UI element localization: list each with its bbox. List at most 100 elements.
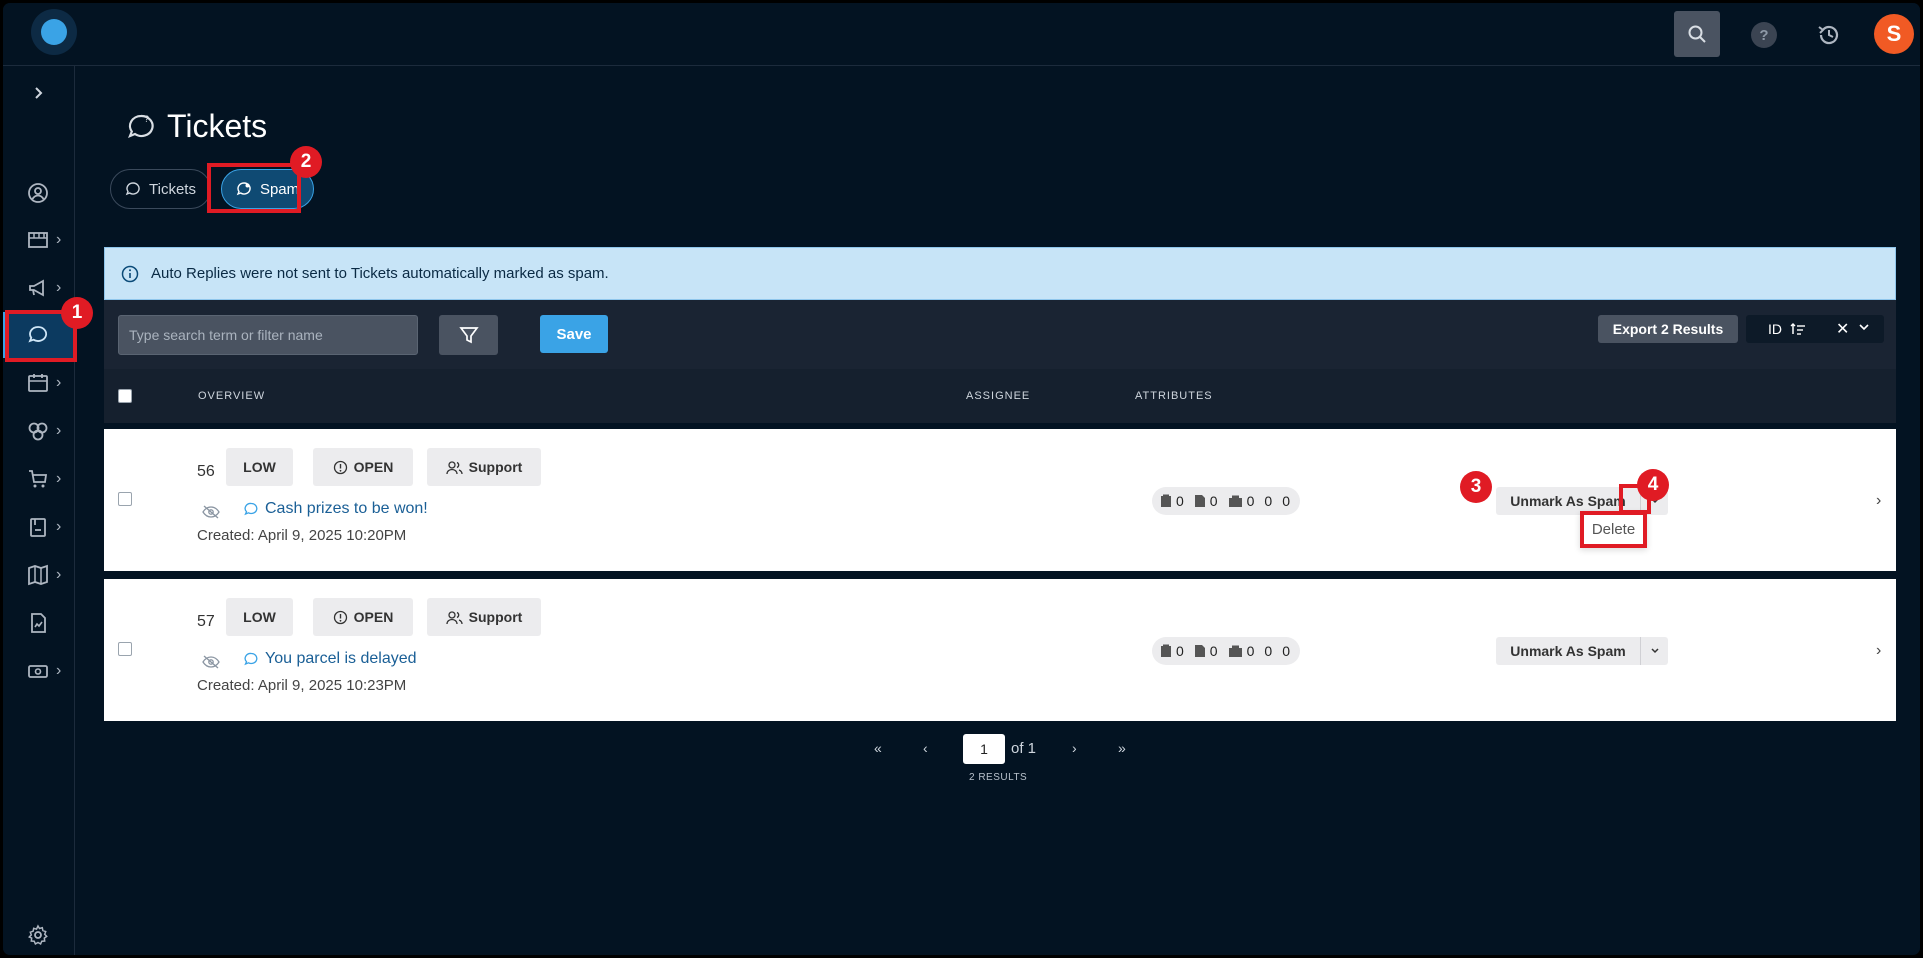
sidebar-item-groups[interactable]: › (3, 408, 75, 454)
attr-count: 0 (1282, 643, 1290, 659)
sidebar-item-reports[interactable] (3, 600, 75, 646)
team-badge: Support (427, 448, 541, 486)
user-avatar[interactable]: S (1874, 14, 1914, 54)
sidebar-item-forms[interactable]: › (3, 504, 75, 550)
gear-icon (26, 923, 50, 947)
attr-count: 0 (1264, 493, 1273, 509)
last-page-button[interactable]: » (1118, 740, 1126, 756)
report-file-icon (26, 611, 50, 635)
column-attributes: ATTRIBUTES (1135, 390, 1213, 402)
inbox-icon (1228, 495, 1242, 507)
priority-badge: LOW (226, 448, 293, 486)
unmark-spam-button[interactable]: Unmark As Spam (1496, 637, 1640, 665)
sidebar-item-boards[interactable]: › (3, 217, 75, 263)
team-badge: Support (427, 598, 541, 636)
attr-count: 0 (1246, 643, 1255, 659)
row-open-chevron-icon[interactable]: › (1876, 642, 1881, 660)
ticket-title-link[interactable]: You parcel is delayed (244, 650, 417, 668)
history-icon[interactable] (1813, 19, 1845, 51)
ticket-title[interactable]: Cash prizes to be won! (265, 500, 428, 518)
sidebar-expand-toggle[interactable] (3, 70, 75, 116)
filter-toolbar: Save Export 2 Results ID ✕ (104, 300, 1896, 369)
search-icon[interactable] (1674, 11, 1720, 57)
action-dropdown-toggle[interactable] (1640, 637, 1668, 665)
annotation-badge: 1 (61, 297, 93, 329)
ticket-title[interactable]: You parcel is delayed (265, 650, 417, 668)
row-checkbox[interactable] (118, 642, 132, 656)
attr-count: 0 (1176, 643, 1184, 659)
chevron-right-icon: › (56, 470, 62, 487)
info-icon (121, 265, 139, 282)
tab-tickets[interactable]: Tickets (110, 169, 211, 209)
info-banner: Auto Replies were not sent to Tickets au… (104, 247, 1896, 300)
page-number-input[interactable]: 1 (963, 734, 1005, 764)
sort-direction-icon[interactable] (1790, 322, 1806, 336)
column-overview: OVERVIEW (198, 390, 266, 402)
ruler-icon (26, 228, 50, 252)
annotation-badge: 4 (1637, 469, 1669, 501)
export-results-button[interactable]: Export 2 Results (1598, 315, 1738, 343)
annotation-highlight (207, 163, 301, 213)
app-window: ? S › › › › › › › › ? Tickets Tickets Sp… (0, 0, 1923, 958)
sidebar: › › › › › › › › (3, 66, 75, 955)
table-row[interactable]: 57 LOW OPEN Support You parcel is delaye… (104, 579, 1896, 721)
sidebar-item-settings[interactable] (3, 912, 75, 955)
attribute-counts: 0 0 0 0 0 (1152, 487, 1300, 515)
ticket-id: 57 (197, 613, 215, 630)
chevron-right-icon: › (56, 374, 62, 391)
page-title-text: Tickets (167, 108, 268, 144)
table-header: OVERVIEW ASSIGNEE ATTRIBUTES (104, 369, 1896, 423)
first-page-button[interactable]: « (874, 740, 882, 756)
chevron-down-icon[interactable] (1857, 320, 1871, 334)
column-assignee: ASSIGNEE (966, 390, 1031, 402)
help-icon[interactable]: ? (1751, 22, 1777, 48)
sidebar-item-contacts[interactable] (3, 170, 75, 216)
top-bar: ? S (3, 3, 1920, 66)
attr-count: 0 (1264, 643, 1273, 659)
users-icon (446, 460, 463, 474)
priority-badge: LOW (226, 598, 293, 636)
team-label: Support (468, 609, 523, 625)
users-icon (446, 610, 463, 624)
pagination: « ‹ 1 of 1 › » (3, 734, 1920, 764)
ticket-chat-icon: ? (128, 114, 154, 138)
annotation-badge: 2 (290, 146, 322, 178)
sort-field-label: ID (1768, 321, 1782, 337)
info-icon (333, 460, 347, 474)
attr-count: 0 (1176, 493, 1184, 509)
sidebar-item-billing[interactable]: › (3, 648, 75, 694)
calendar-icon (26, 371, 50, 395)
clear-sort-icon[interactable]: ✕ (1836, 319, 1849, 339)
sidebar-item-maps[interactable]: › (3, 552, 75, 598)
row-open-chevron-icon[interactable]: › (1876, 492, 1881, 510)
filter-button[interactable] (439, 315, 498, 355)
search-input[interactable] (118, 315, 418, 355)
eye-off-icon (202, 655, 220, 669)
prev-page-button[interactable]: ‹ (923, 740, 928, 756)
sidebar-item-shop[interactable]: › (3, 456, 75, 502)
info-icon (333, 610, 347, 624)
save-button[interactable]: Save (540, 315, 608, 353)
page-count-label: of 1 (1011, 740, 1037, 757)
clipboard-icon (26, 515, 50, 539)
chevron-right-icon: › (56, 566, 62, 583)
attr-count: 0 (1209, 643, 1218, 659)
row-checkbox[interactable] (118, 492, 132, 506)
money-icon (26, 659, 50, 683)
banner-text: Auto Replies were not sent to Tickets au… (151, 265, 609, 282)
megaphone-icon (26, 276, 50, 300)
clipboard-icon (1161, 644, 1171, 657)
chevron-right-icon (26, 81, 50, 105)
sort-selector[interactable]: ID ✕ (1746, 315, 1884, 343)
ticket-chat-icon (244, 652, 258, 665)
delete-menu-item[interactable]: Delete (1580, 511, 1647, 548)
svg-text:?: ? (144, 114, 149, 124)
status-label: OPEN (353, 459, 394, 475)
attr-count: 0 (1246, 493, 1255, 509)
select-all-checkbox[interactable] (118, 389, 132, 403)
sidebar-item-calendar[interactable]: › (3, 360, 75, 406)
chevron-right-icon: › (56, 231, 62, 248)
ticket-title-link[interactable]: Cash prizes to be won! (244, 500, 428, 518)
next-page-button[interactable]: › (1072, 740, 1077, 756)
app-logo[interactable] (31, 9, 77, 55)
